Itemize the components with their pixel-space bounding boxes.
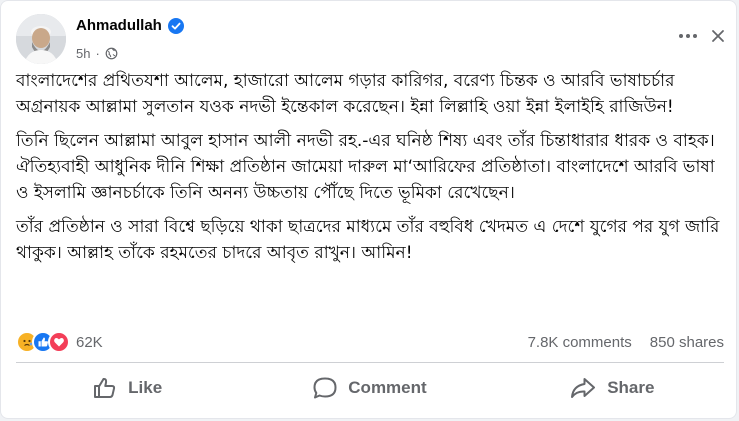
reaction-count[interactable]: 62K bbox=[76, 334, 103, 351]
post-paragraph: তাঁর প্রতিষ্ঠান ও সারা বিশ্বে ছড়িয়ে থা… bbox=[16, 217, 720, 263]
share-label: Share bbox=[607, 378, 655, 397]
thumbs-up-icon bbox=[94, 377, 116, 398]
action-bar: Like Comment Share bbox=[6, 368, 733, 408]
like-button[interactable]: Like bbox=[6, 368, 248, 408]
author-row: Ahmadullah bbox=[76, 17, 184, 34]
post-meta: 5h · bbox=[76, 46, 118, 61]
public-globe-icon[interactable] bbox=[105, 47, 118, 60]
meta-separator: · bbox=[95, 46, 100, 61]
love-reaction-icon bbox=[48, 331, 70, 353]
avatar-image bbox=[16, 14, 66, 64]
share-count[interactable]: 850 shares bbox=[650, 334, 724, 351]
comment-bubble-icon bbox=[313, 377, 337, 399]
reaction-icons[interactable] bbox=[16, 331, 70, 353]
reactions-summary: 62K 7.8K comments 850 shares bbox=[16, 329, 724, 355]
verified-badge-icon bbox=[167, 17, 184, 34]
post-card: Ahmadullah 5h · বাংলাদেশের প্রথিতযশা আলে… bbox=[0, 0, 737, 419]
more-options-icon[interactable] bbox=[676, 24, 700, 48]
like-label: Like bbox=[128, 378, 163, 397]
share-arrow-icon bbox=[571, 378, 596, 398]
divider bbox=[16, 362, 724, 363]
avatar[interactable] bbox=[16, 14, 66, 64]
author-name[interactable]: Ahmadullah bbox=[76, 17, 162, 34]
post-paragraph: বাংলাদেশের প্রথিতযশা আলেম, হাজারো আলেম গ… bbox=[16, 71, 675, 117]
post-timestamp[interactable]: 5h bbox=[76, 46, 90, 61]
close-icon[interactable] bbox=[706, 24, 730, 48]
share-button[interactable]: Share bbox=[491, 368, 733, 408]
post-text: বাংলাদেশের প্রথিতযশা আলেম, হাজারো আলেম গ… bbox=[16, 68, 728, 274]
comment-label: Comment bbox=[348, 378, 427, 397]
post-paragraph: তিনি ছিলেন আল্লামা আবুল হাসান আলী নদভী র… bbox=[16, 131, 715, 203]
comment-count[interactable]: 7.8K comments bbox=[528, 334, 632, 351]
comment-button[interactable]: Comment bbox=[248, 368, 490, 408]
